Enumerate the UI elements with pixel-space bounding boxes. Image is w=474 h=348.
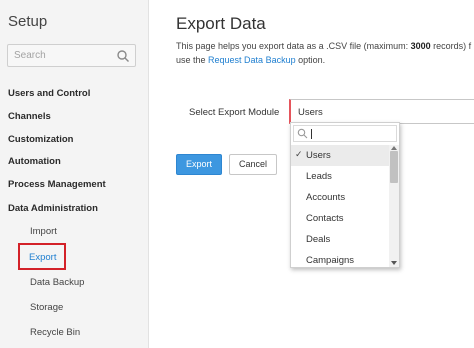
- export-module-label: Select Export Module: [189, 107, 280, 118]
- sidebar-title: Setup: [8, 13, 48, 30]
- scroll-up-arrow-icon[interactable]: [391, 146, 397, 150]
- cancel-button[interactable]: Cancel: [229, 154, 277, 175]
- dropdown-scrollbar[interactable]: [389, 145, 399, 267]
- selected-module-value: Users: [298, 107, 323, 118]
- sidebar-item-process-management[interactable]: Process Management: [8, 179, 106, 190]
- scroll-down-arrow-icon[interactable]: [391, 261, 397, 265]
- dropdown-option-leads[interactable]: Leads: [291, 166, 389, 187]
- option-label: Deals: [306, 234, 331, 245]
- dropdown-option-accounts[interactable]: Accounts: [291, 187, 389, 208]
- desc-text: records) f: [430, 41, 472, 51]
- scrollbar-thumb[interactable]: [390, 151, 398, 183]
- sidebar-item-export[interactable]: Export: [29, 252, 56, 263]
- sidebar-item-data-administration[interactable]: Data Administration: [8, 203, 98, 214]
- request-data-backup-link[interactable]: Request Data Backup: [208, 55, 296, 65]
- sidebar-item-automation[interactable]: Automation: [8, 156, 61, 167]
- dropdown-option-campaigns[interactable]: Campaigns: [291, 250, 389, 271]
- dropdown-option-contacts[interactable]: Contacts: [291, 208, 389, 229]
- dropdown-search-input[interactable]: [293, 125, 397, 142]
- search-icon: [297, 128, 308, 139]
- export-button[interactable]: Export: [176, 154, 222, 175]
- option-label: Campaigns: [306, 255, 355, 266]
- option-label: Leads: [306, 171, 332, 182]
- desc-text: option.: [295, 54, 326, 65]
- setup-sidebar: Setup Search Users and Control Channels …: [0, 0, 149, 348]
- option-label: Users: [306, 150, 331, 161]
- page-title: Export Data: [176, 14, 266, 33]
- desc-max-records: 3000: [410, 41, 431, 51]
- sidebar-item-recycle-bin[interactable]: Recycle Bin: [30, 327, 80, 338]
- desc-text: This page helps you export data as a .CS…: [176, 41, 411, 51]
- check-icon: ✓: [295, 149, 303, 159]
- text-cursor: [311, 129, 312, 139]
- dropdown-option-users[interactable]: ✓ Users: [291, 145, 389, 166]
- module-dropdown-list: ✓ Users Leads Accounts Contacts Deals Ca…: [290, 122, 400, 268]
- sidebar-item-storage[interactable]: Storage: [30, 302, 63, 313]
- sidebar-item-data-backup[interactable]: Data Backup: [30, 277, 84, 288]
- option-label: Contacts: [306, 213, 344, 224]
- desc-text: use the: [176, 54, 209, 65]
- sidebar-search-input[interactable]: Search: [7, 44, 136, 67]
- sidebar-item-customization[interactable]: Customization: [8, 134, 73, 145]
- option-label: Accounts: [306, 192, 346, 203]
- export-module-select[interactable]: Users: [289, 99, 474, 124]
- search-placeholder: Search: [14, 50, 46, 61]
- dropdown-option-deals[interactable]: Deals: [291, 229, 389, 250]
- sidebar-item-import[interactable]: Import: [30, 226, 57, 237]
- sidebar-item-channels[interactable]: Channels: [8, 111, 51, 122]
- page-description: This page helps you export data as a .CS…: [176, 40, 471, 67]
- sidebar-item-users-and-control[interactable]: Users and Control: [8, 88, 90, 99]
- search-icon[interactable]: [116, 49, 130, 63]
